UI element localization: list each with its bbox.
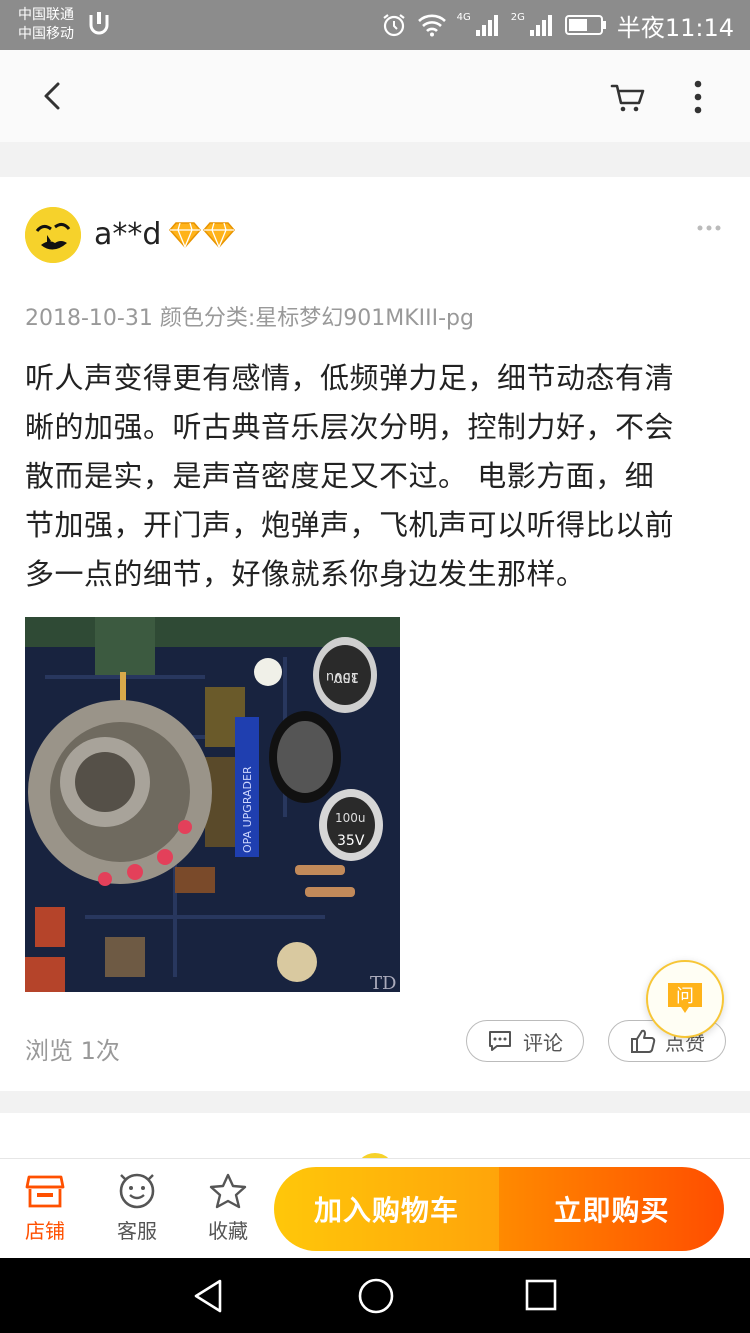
carrier-labels: 中国联通 中国移动	[18, 6, 74, 44]
chevron-left-icon	[44, 82, 60, 110]
star-icon	[209, 1173, 247, 1209]
more-vertical-icon	[694, 80, 702, 114]
nav-back-button[interactable]	[190, 1277, 226, 1315]
tab-favorite[interactable]: 收藏	[193, 1173, 263, 1244]
back-button[interactable]	[34, 78, 70, 114]
review-line: 多一点的细节，好像就系你身边发生那样。	[25, 557, 586, 591]
comment-icon	[489, 1031, 511, 1051]
review-line: 节加强，开门声，炮弹声，飞机声可以听得比以前	[25, 508, 675, 542]
board-label: TD	[370, 973, 396, 992]
card-more-button[interactable]	[696, 223, 722, 233]
nav-recent-button[interactable]	[524, 1278, 558, 1312]
system-navigation-bar	[0, 1258, 750, 1333]
review-meta: 2018-10-31 颜色分类:星标梦幻901MKIII-pg	[25, 306, 474, 331]
more-horizontal-icon	[697, 225, 721, 231]
cart-icon	[610, 84, 645, 112]
cart-button[interactable]	[608, 78, 648, 118]
username[interactable]: a**d	[94, 217, 161, 252]
alarm-icon	[382, 14, 405, 37]
review-text: 听人声变得更有感情，低频弹力足，细节动态有清 晰的加强。听古典音乐层次分明，控制…	[25, 354, 725, 599]
nav-home-button[interactable]	[357, 1277, 395, 1315]
comment-button[interactable]: 评论	[466, 1020, 584, 1062]
capacitor-label: 100u	[335, 811, 366, 825]
circle-home-icon	[358, 1278, 394, 1314]
review-line: 晰的加强。听古典音乐层次分明，控制力好，不会	[25, 410, 675, 444]
signal-icon-1	[475, 15, 498, 36]
review-photo[interactable]: 35V 100u OPA UPGRADER 100u 35V TD	[25, 617, 400, 992]
status-bar: 中国联通 中国移动 4G 2G 半夜11:14	[0, 0, 750, 50]
tab-shop[interactable]: 店铺	[10, 1173, 80, 1244]
carrier-2: 中国移动	[18, 26, 74, 42]
ask-label: 问	[676, 986, 694, 1007]
wifi-icon	[417, 14, 446, 37]
more-options-button[interactable]	[684, 78, 712, 118]
shop-icon	[25, 1175, 65, 1208]
add-to-cart-button[interactable]: 加入购物车	[274, 1167, 499, 1251]
signal-icon-2	[529, 15, 552, 36]
vip-level-badges	[168, 221, 236, 249]
tab-customer-service[interactable]: 客服	[102, 1173, 172, 1244]
status-icons: 4G 2G 半夜11:14	[381, 0, 734, 50]
customer-service-icon	[119, 1173, 155, 1209]
capacitor-label: 100u	[326, 669, 359, 684]
clock: 半夜11:14	[616, 13, 734, 42]
triangle-back-icon	[194, 1279, 222, 1313]
question-bubble-icon: 问	[668, 983, 702, 1013]
ask-question-button[interactable]: 问	[646, 960, 724, 1038]
diamond-icon	[169, 222, 201, 249]
service-label: 客服	[117, 1219, 157, 1243]
circuit-board-image: 35V 100u OPA UPGRADER 100u 35V TD	[25, 617, 400, 992]
review-line: 散而是实，是声音密度足又不过。 电影方面，细	[25, 459, 655, 493]
favorite-label: 收藏	[208, 1219, 248, 1243]
battery-icon	[564, 15, 606, 35]
usb-debug-icon	[89, 12, 109, 35]
thumbs-up-icon	[631, 1029, 656, 1053]
board-label: OPA UPGRADER	[241, 766, 254, 853]
square-recent-icon	[525, 1279, 557, 1311]
bottom-action-bar: 店铺 客服 收藏 加入购物车 立即购买	[0, 1158, 750, 1258]
avatar-image	[25, 207, 81, 263]
shop-label: 店铺	[25, 1219, 65, 1243]
avatar[interactable]	[25, 207, 81, 263]
comment-label: 评论	[523, 1030, 563, 1055]
network-type-2: 2G	[510, 11, 525, 23]
carrier-1: 中国联通	[18, 7, 74, 23]
review-line: 听人声变得更有感情，低频弹力足，细节动态有清	[25, 361, 675, 395]
capacitor-label: 35V	[337, 833, 365, 849]
buy-now-button[interactable]: 立即购买	[499, 1167, 724, 1251]
review-card: a**d 2018-10-31 颜色分类:星标梦幻901MKIII-pg 听人声…	[0, 177, 750, 1091]
view-count: 浏览 1次	[25, 1037, 120, 1065]
diamond-icon	[203, 222, 235, 249]
network-type-1: 4G	[456, 11, 471, 23]
